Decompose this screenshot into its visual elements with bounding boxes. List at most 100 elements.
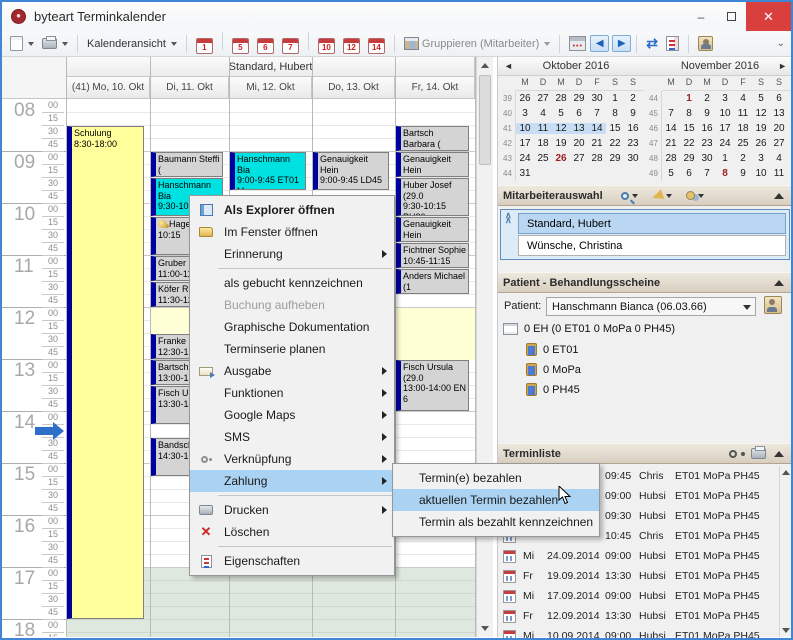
minical-day[interactable]: 17 [516, 138, 534, 149]
menu-item[interactable]: Erinnerung [190, 243, 394, 265]
minical-day[interactable]: 6 [680, 168, 698, 179]
day-button-7[interactable]: 7 [278, 36, 303, 56]
scrollbar-thumb[interactable] [479, 75, 491, 165]
minical-day[interactable]: 11 [734, 108, 752, 119]
minical-day[interactable]: 27 [570, 153, 588, 164]
minimize-button[interactable]: – [686, 2, 716, 31]
appointment[interactable]: Genauigkeit Hein9:00-9:45 LD45 [313, 152, 389, 190]
treatment-item[interactable]: 0 MoPa [526, 363, 581, 376]
next-button[interactable]: ▶ [612, 35, 631, 52]
day-button-14[interactable]: 14 [364, 36, 389, 56]
goto-date-button[interactable]: ••• [565, 34, 590, 53]
employees-icon[interactable] [686, 191, 695, 200]
minical-day[interactable]: 25 [534, 153, 552, 164]
employee-item[interactable]: Standard, Hubert [518, 213, 786, 234]
day-button-10[interactable]: 10 [314, 36, 339, 56]
submenu-item[interactable]: Termin als bezahlt kennzeichnen [393, 511, 599, 533]
minical-day[interactable]: 10 [516, 123, 534, 134]
menu-item[interactable]: ✕Löschen [190, 521, 394, 543]
menu-item[interactable]: Google Maps [190, 404, 394, 426]
minical-day[interactable]: 3 [752, 153, 770, 164]
announce-icon[interactable] [650, 189, 664, 202]
minical-day[interactable]: 21 [588, 138, 606, 149]
collapse-icon[interactable] [774, 451, 784, 457]
maximize-button[interactable] [716, 2, 746, 31]
menu-item[interactable]: Als Explorer öffnen [190, 199, 394, 221]
termin-row[interactable]: Mi17.09.201409:00HubsiET01 MoPa PH45 [498, 586, 778, 606]
minical-day[interactable]: 29 [680, 153, 698, 164]
menu-item[interactable]: Drucken [190, 499, 394, 521]
terminliste-scrollbar[interactable] [779, 466, 792, 637]
minical-november[interactable]: MDMDFSS441234564578910111213461415161718… [646, 77, 790, 181]
minical-day[interactable]: 9 [698, 108, 716, 119]
termin-row[interactable]: Mi24.09.201409:00HubsiET01 MoPa PH45 [498, 546, 778, 566]
minical-day[interactable]: 7 [698, 168, 716, 179]
scroll-up-icon[interactable] [782, 470, 790, 475]
day-header[interactable]: Do, 13. Okt [312, 77, 395, 99]
minical-day[interactable]: 15 [606, 123, 624, 134]
minical-day[interactable]: 19 [752, 123, 770, 134]
minical-day[interactable]: 28 [552, 93, 570, 104]
minical-day[interactable]: 26 [752, 138, 770, 149]
minical-day[interactable]: 24 [516, 153, 534, 164]
calendar-scrollbar[interactable] [476, 57, 493, 637]
minical-day[interactable]: 5 [662, 168, 680, 179]
minical-day[interactable]: 9 [624, 108, 642, 119]
minical-day[interactable]: 29 [606, 153, 624, 164]
appointment[interactable]: Bartsch Barbara (8:30-9:00 km Ha [396, 126, 469, 151]
minical-day[interactable]: 25 [734, 138, 752, 149]
menu-item[interactable]: Terminserie planen [190, 338, 394, 360]
close-button[interactable]: ✕ [746, 2, 791, 31]
menu-item[interactable]: Funktionen [190, 382, 394, 404]
menu-item[interactable]: Verknüpfung [190, 448, 394, 470]
minical-day[interactable]: 20 [570, 138, 588, 149]
appointment[interactable]: Anders Michael (111:15-11:45 MoPa [396, 269, 469, 294]
day-header[interactable]: Fr, 14. Okt [395, 77, 475, 99]
previous-button[interactable]: ◀ [590, 35, 609, 52]
minical-day[interactable]: 17 [716, 123, 734, 134]
minical-day[interactable]: 6 [570, 108, 588, 119]
minical-day[interactable]: 10 [716, 108, 734, 119]
minical-day[interactable]: 7 [662, 108, 680, 119]
minical-day[interactable]: 5 [752, 93, 770, 104]
minical-day[interactable]: 30 [588, 93, 606, 104]
print-list-icon[interactable] [751, 448, 766, 459]
day-button-1[interactable]: 1 [192, 36, 217, 56]
minical-day[interactable]: 27 [534, 93, 552, 104]
minical-day[interactable]: 21 [662, 138, 680, 149]
minical-october[interactable]: MDMDFSS392627282930124034567894110111213… [500, 77, 644, 181]
refresh-button[interactable]: ⇄ [642, 33, 662, 54]
minical-day[interactable]: 6 [770, 93, 788, 104]
appointment[interactable]: Hanschmann Bia9:00-9:45 ET01 M [230, 152, 306, 190]
toolbar-overflow-chevron[interactable]: ⌄ [777, 38, 787, 49]
minical-day[interactable]: 2 [734, 153, 752, 164]
appointment[interactable]: Huber Josef (29.09:30-10:15 PH30 [396, 178, 469, 216]
appointment[interactable]: Baumann Steffi (9:00-9:30 VoMa [151, 152, 223, 177]
new-button[interactable] [6, 34, 38, 53]
minical-day[interactable]: 1 [716, 153, 734, 164]
minical-day[interactable]: 1 [680, 93, 698, 104]
treatment-item[interactable]: 0 ET01 [526, 343, 578, 356]
minical-day[interactable]: 3 [516, 108, 534, 119]
menu-item[interactable]: als gebucht kennzeichnen [190, 272, 394, 294]
termin-row[interactable]: Fr12.09.201413:30HubsiET01 MoPa PH45 [498, 606, 778, 626]
minical-day[interactable]: 9 [734, 168, 752, 179]
search-icon[interactable] [621, 192, 629, 200]
appointment[interactable]: Genauigkeit Hein9:00-9:30 PH30 [396, 152, 469, 177]
minical-day[interactable]: 29 [570, 93, 588, 104]
menu-item[interactable]: Eigenschaften [190, 550, 394, 572]
day-button-5[interactable]: 5 [228, 36, 253, 56]
day-header[interactable]: (41) Mo, 10. Okt [66, 77, 150, 99]
minical-day[interactable]: 4 [770, 153, 788, 164]
preview-icon[interactable] [729, 450, 737, 458]
minical-day[interactable]: 11 [770, 168, 788, 179]
minical-day[interactable]: 14 [662, 123, 680, 134]
minical-day[interactable]: 13 [570, 123, 588, 134]
minical-day[interactable]: 19 [552, 138, 570, 149]
tasklist-button[interactable] [662, 34, 683, 53]
termin-row[interactable]: Fr19.09.201413:30HubsiET01 MoPa PH45 [498, 566, 778, 586]
treatment-root[interactable]: 0 EH (0 ET01 0 MoPa 0 PH45) [503, 323, 675, 335]
minical-day[interactable]: 23 [624, 138, 642, 149]
patient-lookup-button[interactable] [764, 296, 782, 314]
minical-day[interactable]: 24 [716, 138, 734, 149]
